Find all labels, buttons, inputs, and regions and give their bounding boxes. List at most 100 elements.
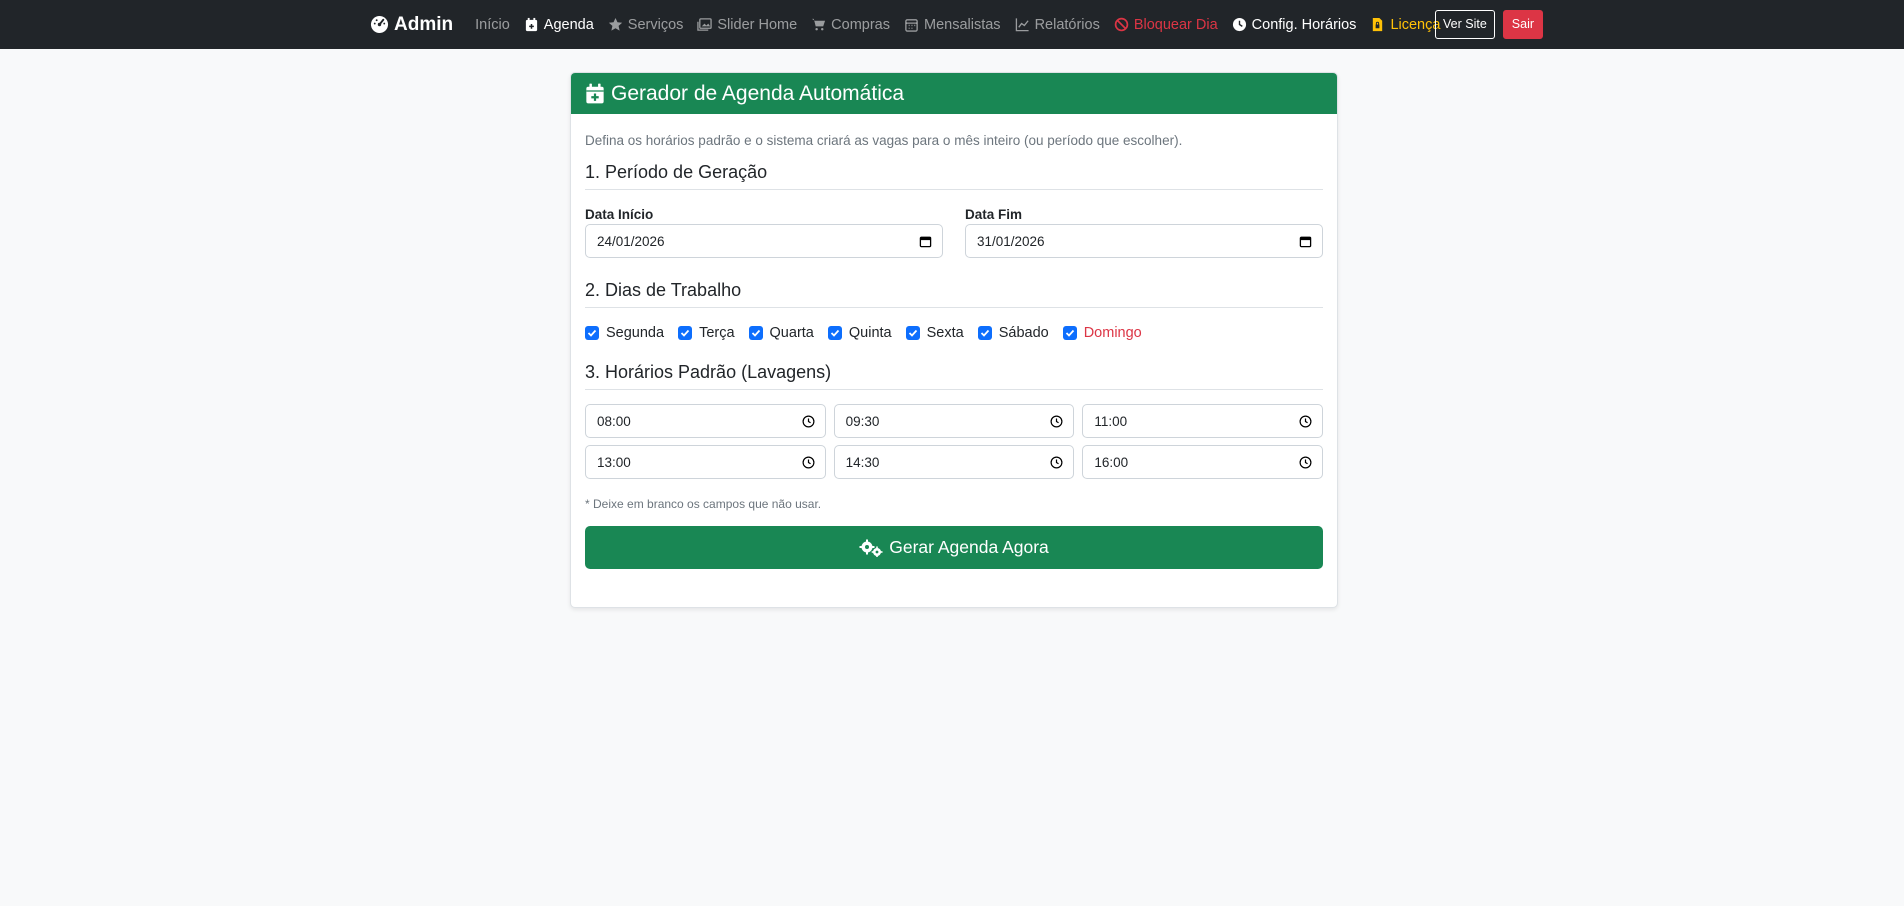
- nav-bloquear-dia[interactable]: Bloquear Dia: [1114, 17, 1218, 33]
- day-label: Segunda: [606, 325, 665, 341]
- agenda-generator-card: Gerador de Agenda Automática Defina os h…: [570, 72, 1338, 608]
- day-quarta[interactable]: Quarta: [748, 325, 814, 341]
- data-inicio-value: 24/01/2026: [597, 233, 665, 249]
- nav-agenda-label: Agenda: [543, 16, 594, 33]
- nav-inicio[interactable]: Início: [475, 17, 510, 33]
- time-input[interactable]: 11:00: [1082, 404, 1323, 438]
- nav-links: Admin Início Agenda Serviços Slider Home…: [370, 0, 1454, 49]
- check-icon: [830, 329, 840, 337]
- data-inicio-group: Data Início 24/01/2026: [585, 207, 943, 258]
- clock-picker-icon[interactable]: [802, 456, 815, 469]
- day-label: Quinta: [848, 325, 892, 341]
- dashboard-gauge-icon: [370, 15, 389, 34]
- check-icon: [980, 329, 989, 337]
- time-input[interactable]: 08:00: [585, 404, 826, 438]
- nav-servicos[interactable]: Serviços: [608, 16, 684, 33]
- nav-compras-label: Compras: [831, 16, 890, 33]
- day-label: Domingo: [1083, 325, 1142, 341]
- brand-link[interactable]: Admin: [370, 14, 453, 36]
- checkbox-checked[interactable]: [1062, 326, 1077, 340]
- checkbox-checked[interactable]: [905, 326, 920, 340]
- checkbox-checked[interactable]: [748, 326, 763, 340]
- gerar-agenda-button[interactable]: Gerar Agenda Agora: [585, 526, 1323, 569]
- nav-compras[interactable]: Compras: [811, 17, 890, 33]
- check-icon: [908, 329, 917, 337]
- checkbox-checked[interactable]: [585, 326, 599, 340]
- day-label: Sábado: [998, 325, 1049, 341]
- check-icon: [587, 329, 597, 337]
- day-sabado[interactable]: Sábado: [977, 325, 1049, 341]
- nav-relatorios[interactable]: Relatórios: [1015, 17, 1100, 33]
- data-fim-label: Data Fim: [965, 207, 1023, 222]
- star-icon: [608, 17, 622, 31]
- calendar-picker-icon[interactable]: [919, 235, 932, 248]
- sair-button[interactable]: Sair: [1502, 10, 1544, 39]
- day-label: Sexta: [926, 325, 964, 341]
- clock-picker-icon[interactable]: [1299, 456, 1312, 469]
- day-terca[interactable]: Terça: [678, 325, 735, 341]
- cart-icon: [812, 18, 826, 31]
- time-inputs-grid: 08:00 09:30 11:00 13:00 14:30 16:00: [585, 404, 1323, 479]
- checkbox-checked[interactable]: [678, 326, 693, 340]
- calendar-picker-icon[interactable]: [1299, 235, 1312, 248]
- nav-servicos-label: Serviços: [627, 16, 684, 33]
- ver-site-button[interactable]: Ver Site: [1435, 10, 1495, 39]
- calendar-icon: [905, 19, 918, 32]
- nav-licenca[interactable]: Licença: [1370, 17, 1440, 33]
- clock-icon: [1232, 17, 1246, 32]
- clock-picker-icon[interactable]: [1050, 415, 1063, 428]
- nav-mensalistas[interactable]: Mensalistas: [904, 17, 1001, 33]
- section-periodo-title: 1. Período de Geração: [585, 162, 1323, 190]
- section-horarios-title: 3. Horários Padrão (Lavagens): [585, 362, 1323, 390]
- data-inicio-input[interactable]: 24/01/2026: [585, 224, 943, 258]
- ban-icon: [1114, 17, 1129, 32]
- calendar-plus-icon: [525, 17, 537, 32]
- card-title: Gerador de Agenda Automática: [611, 81, 905, 105]
- gerar-agenda-label: Gerar Agenda Agora: [889, 537, 1049, 557]
- nav-slider[interactable]: Slider Home: [697, 17, 797, 33]
- check-icon: [751, 329, 760, 337]
- time-value: 13:00: [597, 454, 631, 470]
- time-input[interactable]: 09:30: [833, 404, 1075, 438]
- nav-config-horarios[interactable]: Config. Horários: [1232, 17, 1356, 33]
- check-icon: [680, 329, 690, 337]
- clock-picker-icon[interactable]: [1299, 415, 1312, 428]
- section-dias-title: 2. Dias de Trabalho: [585, 280, 1323, 308]
- day-quinta[interactable]: Quinta: [827, 325, 892, 341]
- images-icon: [697, 18, 713, 31]
- time-value: 08:00: [597, 413, 631, 429]
- calendar-plus-icon: [586, 83, 604, 104]
- day-segunda[interactable]: Segunda: [585, 325, 664, 341]
- checkbox-checked[interactable]: [827, 326, 842, 340]
- note-text: * Deixe em branco os campos que não usar…: [585, 497, 822, 511]
- day-sexta[interactable]: Sexta: [905, 325, 964, 341]
- time-value: 11:00: [1094, 413, 1128, 429]
- intro-text: Defina os horários padrão e o sistema cr…: [585, 133, 1183, 148]
- data-fim-value: 31/01/2026: [977, 233, 1045, 249]
- nav-relatorios-label: Relatórios: [1034, 16, 1100, 33]
- time-input[interactable]: 16:00: [1082, 445, 1323, 479]
- top-navbar: Admin Início Agenda Serviços Slider Home…: [0, 0, 1904, 49]
- checkbox-checked[interactable]: [977, 326, 992, 340]
- nav-inicio-label: Início: [475, 16, 510, 33]
- file-lock-icon: [1373, 17, 1383, 32]
- nav-bloquear-label: Bloquear Dia: [1133, 16, 1218, 33]
- brand-label: Admin: [394, 13, 454, 35]
- clock-picker-icon[interactable]: [802, 415, 815, 428]
- check-icon: [1065, 329, 1074, 337]
- nav-buttons: Ver Site Sair: [1435, 10, 1544, 39]
- clock-picker-icon[interactable]: [1050, 456, 1063, 469]
- day-label: Quarta: [769, 325, 814, 341]
- data-fim-input[interactable]: 31/01/2026: [965, 224, 1323, 258]
- nav-agenda[interactable]: Agenda: [524, 17, 594, 33]
- time-value: 16:00: [1094, 454, 1129, 470]
- nav-slider-label: Slider Home: [717, 16, 798, 33]
- time-input[interactable]: 13:00: [585, 445, 826, 479]
- days-checkboxes: Segunda Terça Quarta Quinta Sexta Sábado…: [585, 325, 1323, 341]
- data-inicio-label: Data Início: [585, 207, 654, 222]
- time-input[interactable]: 14:30: [833, 445, 1075, 479]
- gears-icon: [859, 539, 883, 557]
- time-value: 09:30: [845, 413, 880, 429]
- nav-licenca-label: Licença: [1390, 16, 1441, 33]
- day-domingo[interactable]: Domingo: [1062, 325, 1142, 341]
